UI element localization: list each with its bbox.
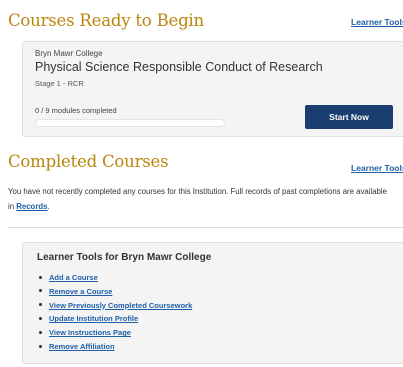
tool-item-remove-course: Remove a Course — [39, 285, 192, 299]
add-course-link[interactable]: Add a Course — [49, 273, 98, 282]
bullet-icon — [39, 330, 42, 334]
completed-courses-message: You have not recently completed any cour… — [8, 184, 393, 214]
learner-tools-list: Add a Course Remove a Course View Previo… — [39, 271, 192, 354]
section-divider — [8, 227, 403, 228]
learner-tools-link-ready[interactable]: Learner Tools — [351, 17, 403, 27]
course-title: Physical Science Responsible Conduct of … — [35, 60, 323, 74]
tool-item-add-course: Add a Course — [39, 271, 192, 285]
learner-tools-card: Learner Tools for Bryn Mawr College Add … — [22, 242, 403, 364]
completed-courses-heading: Completed Courses — [8, 152, 169, 171]
update-institution-profile-link[interactable]: Update Institution Profile — [49, 314, 138, 323]
learner-tools-link-completed[interactable]: Learner Tools — [351, 163, 403, 173]
bullet-icon — [39, 275, 42, 279]
records-link[interactable]: Records — [16, 202, 47, 211]
tool-item-remove-affiliation: Remove Affiliation — [39, 340, 192, 354]
course-stage: Stage 1 - RCR — [35, 79, 84, 88]
remove-course-link[interactable]: Remove a Course — [49, 287, 112, 296]
bullet-icon — [39, 303, 42, 307]
module-progress-bar — [35, 119, 225, 127]
completed-message-text: You have not recently completed any cour… — [8, 187, 387, 211]
tool-item-view-instructions: View Instructions Page — [39, 326, 192, 340]
course-institution: Bryn Mawr College — [35, 49, 103, 58]
tool-item-update-profile: Update Institution Profile — [39, 312, 192, 326]
view-instructions-link[interactable]: View Instructions Page — [49, 328, 131, 337]
completed-message-end: . — [47, 202, 50, 211]
modules-completed-label: 0 / 9 modules completed — [35, 106, 117, 115]
course-card: Bryn Mawr College Physical Science Respo… — [22, 41, 403, 137]
remove-affiliation-link[interactable]: Remove Affiliation — [49, 342, 115, 351]
bullet-icon — [39, 344, 42, 348]
courses-ready-heading: Courses Ready to Begin — [8, 11, 204, 30]
view-completed-coursework-link[interactable]: View Previously Completed Coursework — [49, 301, 192, 310]
start-now-button[interactable]: Start Now — [305, 105, 393, 129]
bullet-icon — [39, 289, 42, 293]
bullet-icon — [39, 316, 42, 320]
tool-item-view-completed: View Previously Completed Coursework — [39, 299, 192, 313]
learner-tools-heading: Learner Tools for Bryn Mawr College — [37, 252, 212, 263]
